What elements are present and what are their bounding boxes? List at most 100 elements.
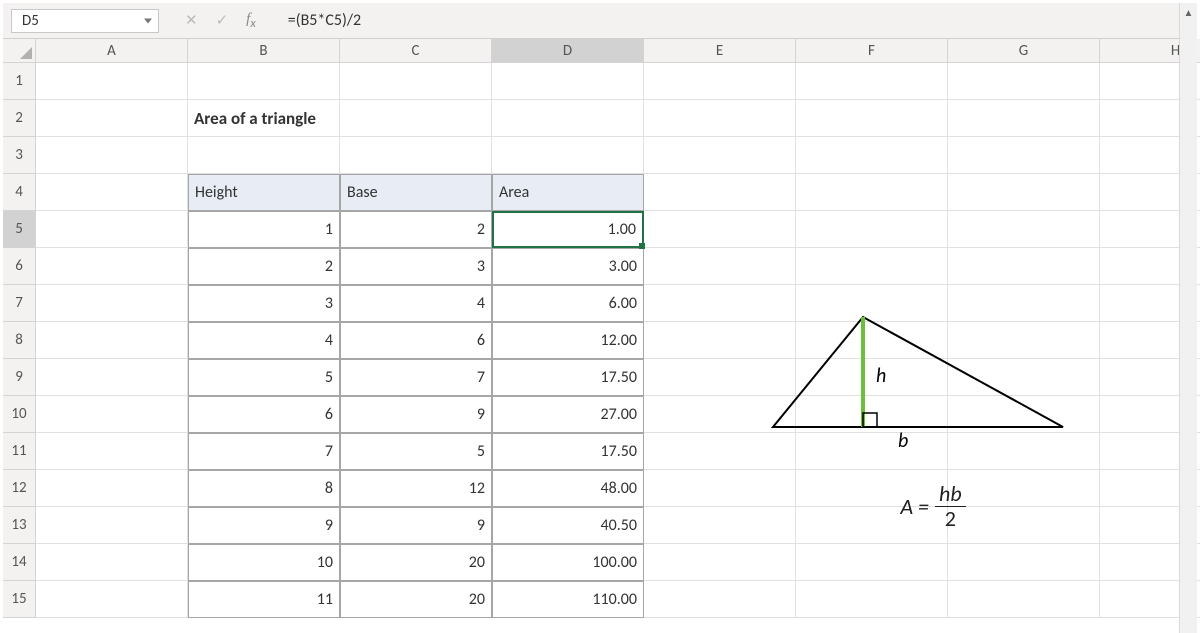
row-header-5[interactable]: 5 bbox=[3, 211, 36, 248]
cell-E4[interactable] bbox=[644, 174, 796, 211]
cell-F3[interactable] bbox=[796, 137, 948, 174]
col-header-A[interactable]: A bbox=[36, 39, 188, 63]
col-header-D[interactable]: D bbox=[492, 39, 644, 63]
col-header-E[interactable]: E bbox=[644, 39, 796, 63]
cell-C6[interactable]: 3 bbox=[340, 248, 492, 285]
row-header-9[interactable]: 9 bbox=[3, 359, 36, 396]
cell-B7[interactable]: 3 bbox=[188, 285, 340, 322]
cell-E15[interactable] bbox=[644, 581, 796, 618]
vertical-scrollbar[interactable]: ▲ bbox=[1179, 3, 1197, 633]
cell-A12[interactable] bbox=[36, 470, 188, 507]
row-header-15[interactable]: 15 bbox=[3, 581, 36, 618]
cell-B9[interactable]: 5 bbox=[188, 359, 340, 396]
cell-D5[interactable]: 1.00 bbox=[492, 211, 644, 248]
cell-C8[interactable]: 6 bbox=[340, 322, 492, 359]
cell-B15[interactable]: 11 bbox=[188, 581, 340, 618]
cell-D12[interactable]: 48.00 bbox=[492, 470, 644, 507]
cell-C4[interactable]: Base bbox=[340, 174, 492, 211]
cell-G6[interactable] bbox=[948, 248, 1100, 285]
cell-E1[interactable] bbox=[644, 63, 796, 100]
cell-F15[interactable] bbox=[796, 581, 948, 618]
cell-B8[interactable]: 4 bbox=[188, 322, 340, 359]
cell-G15[interactable] bbox=[948, 581, 1100, 618]
scroll-up-icon[interactable]: ▲ bbox=[1180, 3, 1197, 21]
col-header-G[interactable]: G bbox=[948, 39, 1100, 63]
accept-formula-icon[interactable]: ✓ bbox=[216, 11, 229, 30]
cell-D3[interactable] bbox=[492, 137, 644, 174]
cell-G2[interactable] bbox=[948, 100, 1100, 137]
cell-A14[interactable] bbox=[36, 544, 188, 581]
cell-A4[interactable] bbox=[36, 174, 188, 211]
cell-C10[interactable]: 9 bbox=[340, 396, 492, 433]
cell-A9[interactable] bbox=[36, 359, 188, 396]
cell-B13[interactable]: 9 bbox=[188, 507, 340, 544]
cell-B14[interactable]: 10 bbox=[188, 544, 340, 581]
row-header-7[interactable]: 7 bbox=[3, 285, 36, 322]
cell-D2[interactable] bbox=[492, 100, 644, 137]
cell-B1[interactable] bbox=[188, 63, 340, 100]
name-box[interactable]: D5 bbox=[11, 9, 159, 33]
cell-E5[interactable] bbox=[644, 211, 796, 248]
cell-C3[interactable] bbox=[340, 137, 492, 174]
cell-A6[interactable] bbox=[36, 248, 188, 285]
cell-C7[interactable]: 4 bbox=[340, 285, 492, 322]
cell-C5[interactable]: 2 bbox=[340, 211, 492, 248]
col-header-B[interactable]: B bbox=[188, 39, 340, 63]
fx-icon[interactable]: fx bbox=[246, 11, 256, 31]
row-header-6[interactable]: 6 bbox=[3, 248, 36, 285]
cell-B4[interactable]: Height bbox=[188, 174, 340, 211]
cell-C12[interactable]: 12 bbox=[340, 470, 492, 507]
cell-D1[interactable] bbox=[492, 63, 644, 100]
cell-D6[interactable]: 3.00 bbox=[492, 248, 644, 285]
cell-C1[interactable] bbox=[340, 63, 492, 100]
formula-input[interactable] bbox=[282, 11, 1189, 30]
cell-D11[interactable]: 17.50 bbox=[492, 433, 644, 470]
cell-A10[interactable] bbox=[36, 396, 188, 433]
cell-F2[interactable] bbox=[796, 100, 948, 137]
cancel-formula-icon[interactable]: ✕ bbox=[185, 11, 198, 30]
cell-A15[interactable] bbox=[36, 581, 188, 618]
cell-F1[interactable] bbox=[796, 63, 948, 100]
cell-F5[interactable] bbox=[796, 211, 948, 248]
cell-D10[interactable]: 27.00 bbox=[492, 396, 644, 433]
cell-C15[interactable]: 20 bbox=[340, 581, 492, 618]
chevron-down-icon[interactable] bbox=[144, 18, 152, 23]
cell-A5[interactable] bbox=[36, 211, 188, 248]
cell-G3[interactable] bbox=[948, 137, 1100, 174]
cell-A13[interactable] bbox=[36, 507, 188, 544]
cell-E14[interactable] bbox=[644, 544, 796, 581]
cell-D8[interactable]: 12.00 bbox=[492, 322, 644, 359]
cell-D14[interactable]: 100.00 bbox=[492, 544, 644, 581]
cell-B5[interactable]: 1 bbox=[188, 211, 340, 248]
cell-B11[interactable]: 7 bbox=[188, 433, 340, 470]
cell-B12[interactable]: 8 bbox=[188, 470, 340, 507]
cell-G1[interactable] bbox=[948, 63, 1100, 100]
cell-G14[interactable] bbox=[948, 544, 1100, 581]
cell-D15[interactable]: 110.00 bbox=[492, 581, 644, 618]
cell-A11[interactable] bbox=[36, 433, 188, 470]
cell-C14[interactable]: 20 bbox=[340, 544, 492, 581]
cell-B10[interactable]: 6 bbox=[188, 396, 340, 433]
cell-B2[interactable]: Area of a triangle bbox=[188, 100, 340, 137]
row-header-12[interactable]: 12 bbox=[3, 470, 36, 507]
cell-D9[interactable]: 17.50 bbox=[492, 359, 644, 396]
select-all-corner[interactable] bbox=[3, 39, 36, 63]
col-header-F[interactable]: F bbox=[796, 39, 948, 63]
cell-C9[interactable]: 7 bbox=[340, 359, 492, 396]
cell-B6[interactable]: 2 bbox=[188, 248, 340, 285]
cell-F14[interactable] bbox=[796, 544, 948, 581]
row-header-14[interactable]: 14 bbox=[3, 544, 36, 581]
cell-A3[interactable] bbox=[36, 137, 188, 174]
cell-G5[interactable] bbox=[948, 211, 1100, 248]
cell-E2[interactable] bbox=[644, 100, 796, 137]
row-header-8[interactable]: 8 bbox=[3, 322, 36, 359]
row-header-4[interactable]: 4 bbox=[3, 174, 36, 211]
cell-D4[interactable]: Area bbox=[492, 174, 644, 211]
cell-E3[interactable] bbox=[644, 137, 796, 174]
col-header-C[interactable]: C bbox=[340, 39, 492, 63]
cell-C2[interactable] bbox=[340, 100, 492, 137]
cell-G4[interactable] bbox=[948, 174, 1100, 211]
row-header-2[interactable]: 2 bbox=[3, 100, 36, 137]
cell-B3[interactable] bbox=[188, 137, 340, 174]
cell-F4[interactable] bbox=[796, 174, 948, 211]
